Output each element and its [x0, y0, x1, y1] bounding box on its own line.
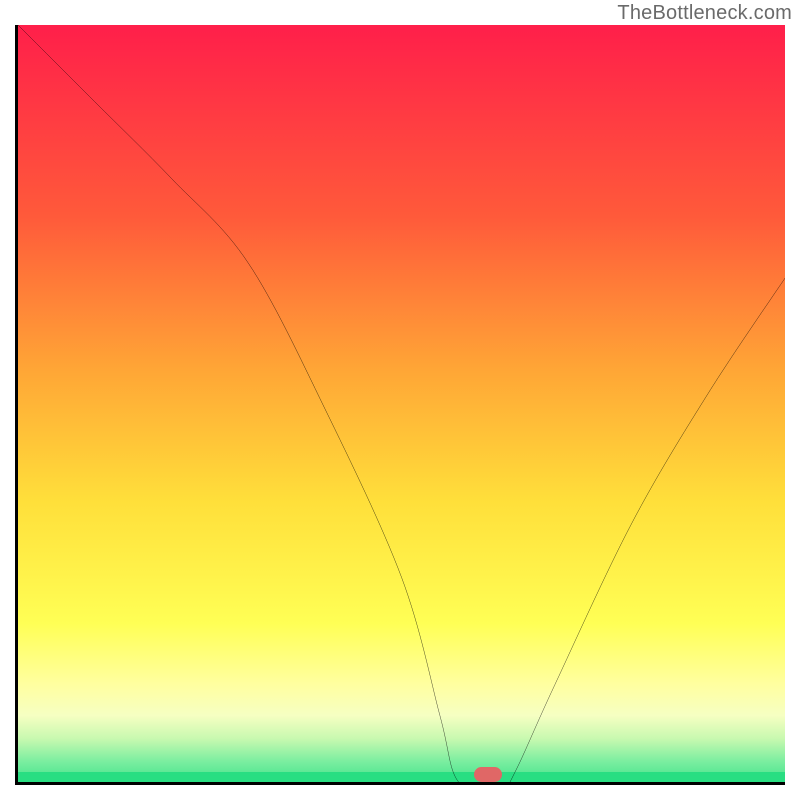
optimal-marker	[474, 767, 502, 782]
curve-layer	[18, 25, 785, 785]
chart-container: TheBottleneck.com	[0, 0, 800, 800]
plot-area	[15, 25, 785, 785]
watermark-text: TheBottleneck.com	[617, 2, 792, 25]
bottleneck-curve	[18, 25, 785, 785]
